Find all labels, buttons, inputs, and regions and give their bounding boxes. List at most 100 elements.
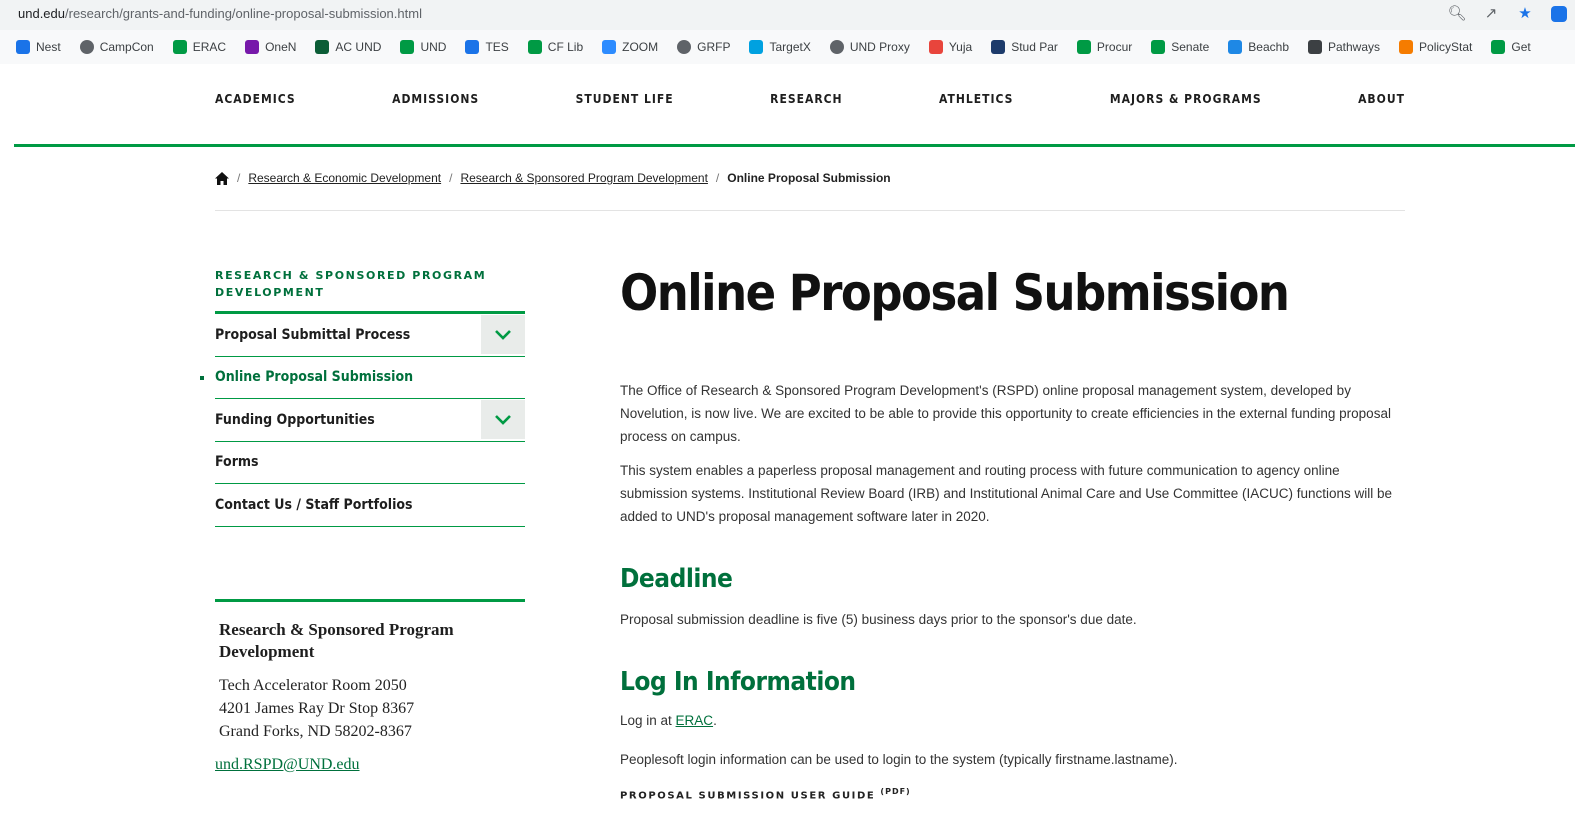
intro-paragraph-1: The Office of Research & Sponsored Progr…	[620, 383, 1391, 444]
sidebar-item-label[interactable]: Contact Us / Staff Portfolios	[215, 497, 413, 513]
sidebar-item-funding-opportunities[interactable]: Funding Opportunities	[215, 399, 525, 442]
bookmark-label: Stud Par	[1011, 40, 1058, 54]
login-text: Log in at ERAC.	[620, 709, 1410, 732]
bookmark-onen[interactable]: OneN	[245, 40, 296, 54]
chevron-down-icon	[495, 414, 511, 425]
bookmark-label: GRFP	[697, 40, 731, 54]
bookmark-und-proxy[interactable]: UND Proxy	[829, 40, 910, 54]
bookmark-label: OneN	[265, 40, 297, 54]
sis-icon	[991, 40, 1006, 54]
bookmark-procur[interactable]: Procur	[1076, 40, 1132, 54]
bookmark-ac-und[interactable]: AC UND	[315, 40, 381, 54]
yuja-icon	[928, 40, 943, 54]
bookmark-stud-par[interactable]: Stud Par	[991, 40, 1058, 54]
bookmark-tes[interactable]: TES	[465, 40, 509, 54]
nest-icon	[16, 40, 30, 54]
home-icon[interactable]	[215, 171, 229, 185]
bookmark-label: CF Lib	[547, 40, 584, 54]
nav-athletics[interactable]: ATHLETICS	[939, 92, 1013, 106]
bookmark-erac[interactable]: ERAC	[172, 40, 226, 54]
sidebar-item-contact-us-staff-portfolios[interactable]: Contact Us / Staff Portfolios	[215, 484, 525, 527]
chart-icon	[1308, 40, 1322, 54]
contact-address: Tech Accelerator Room 2050 4201 James Ra…	[219, 674, 414, 743]
user-guide-link[interactable]: PROPOSAL SUBMISSION USER GUIDE (PDF)	[620, 787, 1410, 801]
share-icon[interactable]: ↗	[1481, 4, 1501, 24]
sidebar-item-forms[interactable]: Forms	[215, 442, 525, 484]
sidebar-item-label[interactable]: Funding Opportunities	[215, 412, 375, 428]
login-prefix: Log in at	[620, 713, 676, 728]
expand-toggle-button[interactable]	[481, 315, 525, 354]
bookmark-get[interactable]: Get	[1491, 40, 1531, 54]
bookmark-senate[interactable]: Senate	[1151, 40, 1209, 54]
contact-divider	[215, 599, 525, 602]
bookmark-zoom[interactable]: ZOOM	[602, 40, 658, 54]
und-icon	[400, 40, 415, 54]
sidebar-item-proposal-submittal-process[interactable]: Proposal Submittal Process	[215, 314, 525, 357]
main-content: Online Proposal Submission The Office of…	[620, 259, 1410, 801]
bookmark-und[interactable]: UND	[400, 40, 446, 54]
bookmark-label: UND Proxy	[849, 40, 910, 54]
globe-icon	[677, 40, 692, 54]
sidebar-item-label[interactable]: Forms	[215, 454, 259, 470]
nav-academics[interactable]: ACADEMICS	[215, 92, 296, 106]
und-icon	[1491, 40, 1506, 54]
bookmark-cf-lib[interactable]: CF Lib	[527, 40, 584, 54]
bookmark-nest[interactable]: Nest	[16, 40, 61, 54]
nav-about[interactable]: ABOUT	[1358, 92, 1405, 106]
erac-link[interactable]: ERAC	[676, 713, 714, 728]
bookmarks-bar: Nest CampCon ERAC OneN AC UND UND TES CF Lib ZOO…	[0, 30, 1575, 64]
bookmark-label: Beachb	[1248, 40, 1289, 54]
sidebar-item-online-proposal-submission[interactable]: Online Proposal Submission	[200, 357, 525, 399]
chevron-down-icon	[495, 329, 511, 340]
zoom-icon	[602, 40, 617, 54]
contact-address-line-2: 4201 James Ray Dr Stop 8367	[219, 700, 415, 717]
bookmark-label: Get	[1511, 40, 1531, 54]
sidebar-item-label[interactable]: Online Proposal Submission	[215, 369, 413, 385]
site-navigation: ACADEMICS ADMISSIONS STUDENT LIFE RESEARCH A…	[215, 92, 1405, 106]
bookmark-campcon[interactable]: CampCon	[79, 40, 154, 54]
sidebar-menu: Proposal Submittal Process Online Proposa…	[200, 311, 525, 527]
intro-paragraph-2: This system enables a paperless proposal…	[620, 463, 1393, 524]
url-text[interactable]: und.edu/research/grants-and-funding/onli…	[18, 6, 422, 21]
nav-admissions[interactable]: ADMISSIONS	[392, 92, 479, 106]
nav-research[interactable]: RESEARCH	[770, 92, 842, 106]
zoom-extension-icon[interactable]	[1549, 4, 1569, 24]
login-suffix: .	[713, 713, 717, 728]
bookmark-label: Pathways	[1328, 40, 1381, 54]
bookmark-label: Nest	[36, 40, 61, 54]
breadcrumb-separator: /	[449, 171, 453, 185]
bookmark-targetx[interactable]: TargetX	[749, 40, 811, 54]
bookmark-label: CampCon	[99, 40, 154, 54]
zoom-magnifier-icon[interactable]: 🔍︎	[1447, 4, 1467, 24]
sidebar-item-label[interactable]: Proposal Submittal Process	[215, 327, 410, 343]
bookmark-pathways[interactable]: Pathways	[1308, 40, 1380, 54]
globe-icon	[79, 40, 94, 54]
user-guide-label[interactable]: PROPOSAL SUBMISSION USER GUIDE	[620, 790, 875, 801]
browser-address-bar[interactable]: und.edu/research/grants-and-funding/onli…	[0, 0, 1575, 30]
bookmark-label: TES	[485, 40, 509, 54]
bookmark-grfp[interactable]: GRFP	[677, 40, 730, 54]
bookmark-yuja[interactable]: Yuja	[928, 40, 972, 54]
breadcrumb-link-research-economic-development[interactable]: Research & Economic Development	[248, 171, 441, 185]
login-heading: Log In Information	[620, 667, 856, 697]
breadcrumb-divider	[215, 210, 1405, 211]
active-bullet-icon	[200, 375, 204, 380]
bookmark-star-icon[interactable]: ★	[1515, 4, 1535, 24]
expand-toggle-button[interactable]	[481, 400, 525, 439]
login-note: Peoplesoft login information can be used…	[620, 752, 1178, 767]
breadcrumb-link-rspd[interactable]: Research & Sponsored Program Development	[460, 171, 707, 185]
contact-email-link[interactable]: und.RSPD@UND.edu	[215, 756, 360, 774]
globe-icon	[829, 40, 844, 54]
contact-address-line-3: Grand Forks, ND 58202-8367	[219, 723, 412, 740]
contact-address-line-1: Tech Accelerator Room 2050	[219, 677, 407, 694]
nav-student-life[interactable]: STUDENT LIFE	[576, 92, 674, 106]
nav-majors-and-programs[interactable]: MAJORS & PROGRAMS	[1110, 92, 1262, 106]
und-icon	[527, 40, 542, 54]
bookmark-label: PolicyStat	[1419, 40, 1473, 54]
bookmark-beachb[interactable]: Beachb	[1228, 40, 1289, 54]
bookmark-label: TargetX	[769, 40, 811, 54]
sidebar-title[interactable]: RESEARCH & SPONSORED PROGRAM DEVELOPMENT	[215, 267, 515, 301]
bookmark-policystat[interactable]: PolicyStat	[1399, 40, 1472, 54]
breadcrumb: / Research & Economic Development / Rese…	[215, 171, 891, 185]
und-icon	[172, 40, 187, 54]
